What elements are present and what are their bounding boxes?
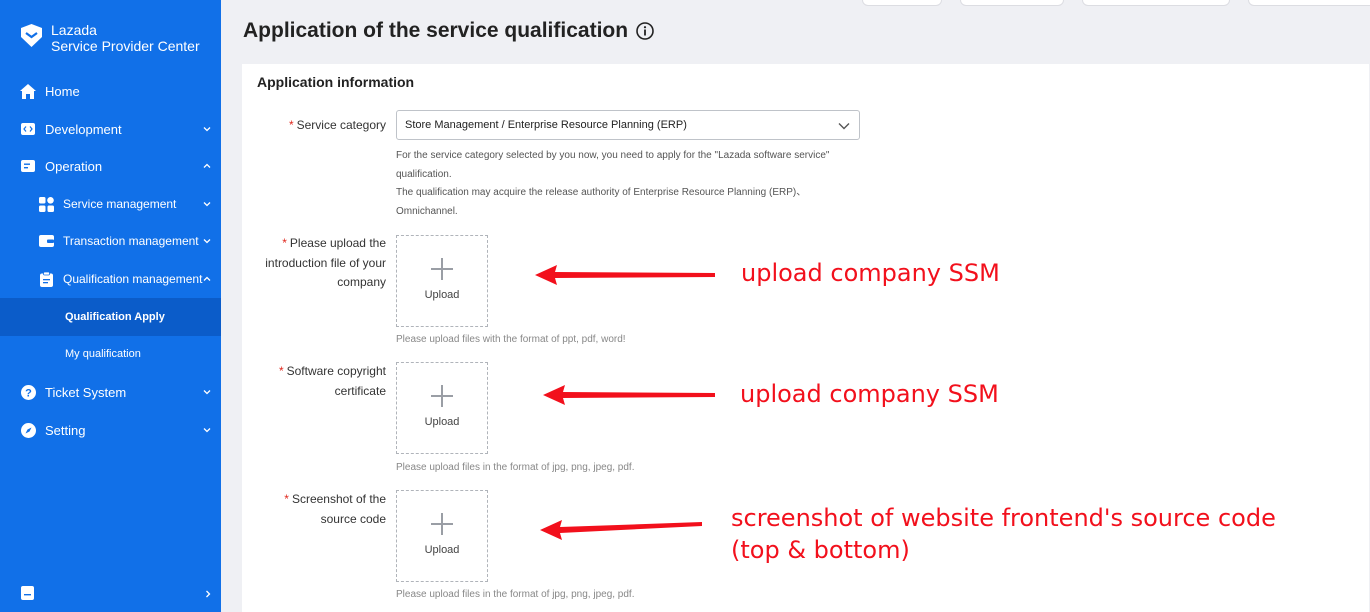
sidebar-item-development[interactable]: Development [0, 110, 221, 148]
annotation-line: screenshot of website frontend's source … [731, 504, 1276, 532]
sidebar: Lazada Service Provider Center Home Deve… [0, 0, 221, 612]
chevron-down-icon [203, 428, 211, 433]
annotation-arrow-icon [543, 385, 715, 405]
service-category-hint: For the service category selected by you… [396, 147, 829, 221]
sidebar-item-service-management[interactable]: Service management [0, 185, 221, 223]
plus-icon [431, 258, 453, 280]
plus-icon [431, 513, 453, 535]
sidebar-item-setting[interactable]: Setting [0, 411, 221, 449]
sidebar-item-label: Home [45, 83, 80, 99]
code-icon [20, 121, 36, 137]
grid-icon [38, 196, 54, 212]
sidebar-item-label: Qualification Apply [65, 311, 165, 323]
sidebar-item-home[interactable]: Home [0, 72, 221, 110]
upload-label: Upload [424, 416, 460, 428]
compass-icon [20, 422, 36, 438]
service-category-select[interactable]: Store Management / Enterprise Resource P… [396, 110, 860, 140]
required-mark: * [288, 118, 294, 132]
info-icon[interactable] [636, 22, 654, 40]
label-text: company [337, 275, 386, 289]
required-mark: * [284, 492, 289, 506]
upload-label: Upload [424, 289, 460, 301]
service-category-label: * Service category [250, 116, 386, 136]
hint-line: Omnichannel. [396, 205, 458, 217]
annotation-text: upload company SSM [740, 380, 999, 408]
sidebar-item-transaction-management[interactable]: Transaction management [0, 222, 221, 260]
annotation-text: upload company SSM [741, 259, 1000, 287]
chevron-right-icon[interactable] [203, 589, 213, 599]
sidebar-item-my-qualification[interactable]: My qualification [0, 335, 221, 373]
screenshot-label: * Screenshot of the source code [250, 490, 386, 529]
chevron-down-icon [203, 202, 211, 207]
label-text: source code [320, 511, 386, 526]
sidebar-item-label: Setting [45, 422, 86, 438]
page-title-text: Application of the service qualification [243, 19, 629, 42]
sidebar-item-ticket-system[interactable]: ? Ticket System [0, 373, 221, 411]
home-icon [20, 83, 36, 99]
clipboard-icon [38, 271, 54, 287]
upload-label: Upload [424, 544, 460, 556]
plus-icon [431, 385, 453, 407]
required-mark: * [278, 364, 284, 378]
sidebar-item-label: Qualification management [63, 272, 203, 286]
sidebar-item-qualification-apply[interactable]: Qualification Apply [0, 298, 221, 336]
chevron-down-icon [203, 127, 211, 132]
brand-line1: Lazada [51, 22, 97, 38]
intro-file-label: * Please upload the introduction file of … [230, 234, 386, 293]
annotation-line: (top & bottom) [731, 536, 910, 564]
chevron-up-icon [203, 163, 211, 168]
annotation-arrow-icon [540, 520, 702, 540]
page-title: Application of the service qualification [243, 19, 654, 43]
hint-line: For the service category selected by you… [396, 150, 830, 161]
screenshot-hint: Please upload files in the format of jpg… [396, 589, 635, 600]
lazada-logo-icon [21, 24, 42, 47]
wallet-icon [38, 233, 54, 249]
document-icon[interactable] [21, 586, 34, 600]
svg-text:?: ? [25, 387, 32, 399]
intro-file-upload[interactable]: Upload [396, 235, 488, 327]
operation-icon [20, 158, 36, 174]
sidebar-footer [0, 575, 221, 612]
annotation-arrow-icon [535, 265, 715, 285]
intro-file-hint: Please upload files with the format of p… [396, 334, 626, 345]
label-text: Service category [296, 118, 386, 132]
label-text: Screenshot of the [291, 492, 386, 506]
label-text: Please upload the [289, 236, 386, 250]
sidebar-item-label: Transaction management [63, 234, 199, 248]
topbar-button[interactable] [960, 0, 1064, 6]
section-title: Application information [257, 74, 415, 90]
label-text: introduction file of your [265, 255, 386, 270]
chevron-down-icon [838, 123, 850, 130]
hint-line: The qualification may acquire the releas… [396, 187, 807, 198]
sidebar-item-operation[interactable]: Operation [0, 147, 221, 185]
brand-logo[interactable]: Lazada Service Provider Center [18, 22, 200, 54]
topbar-button[interactable] [862, 0, 942, 6]
label-text: certificate [334, 383, 386, 398]
sidebar-item-label: Ticket System [45, 384, 127, 400]
brand-line2: Service Provider Center [51, 38, 200, 54]
question-icon: ? [20, 384, 36, 400]
screenshot-upload[interactable]: Upload [396, 490, 488, 582]
chevron-down-icon [203, 239, 211, 244]
copyright-upload[interactable]: Upload [396, 362, 488, 454]
sidebar-item-label: Service management [63, 197, 177, 211]
sidebar-item-label: Operation [45, 158, 103, 174]
annotation-text: screenshot of website frontend's source … [731, 502, 1276, 566]
hint-line: qualification. [396, 168, 452, 180]
topbar-button[interactable] [1082, 0, 1230, 6]
sidebar-item-qualification-management[interactable]: Qualification management [0, 260, 221, 298]
copyright-hint: Please upload files in the format of jpg… [396, 462, 635, 473]
topbar-button[interactable] [1248, 0, 1370, 6]
sidebar-item-label: My qualification [65, 348, 141, 360]
required-mark: * [282, 236, 287, 250]
sidebar-item-label: Development [45, 121, 122, 137]
select-value: Store Management / Enterprise Resource P… [405, 119, 687, 131]
chevron-down-icon [203, 390, 211, 395]
chevron-up-icon [203, 276, 211, 281]
copyright-label: * Software copyright certificate [250, 362, 386, 401]
label-text: Software copyright [286, 364, 386, 378]
